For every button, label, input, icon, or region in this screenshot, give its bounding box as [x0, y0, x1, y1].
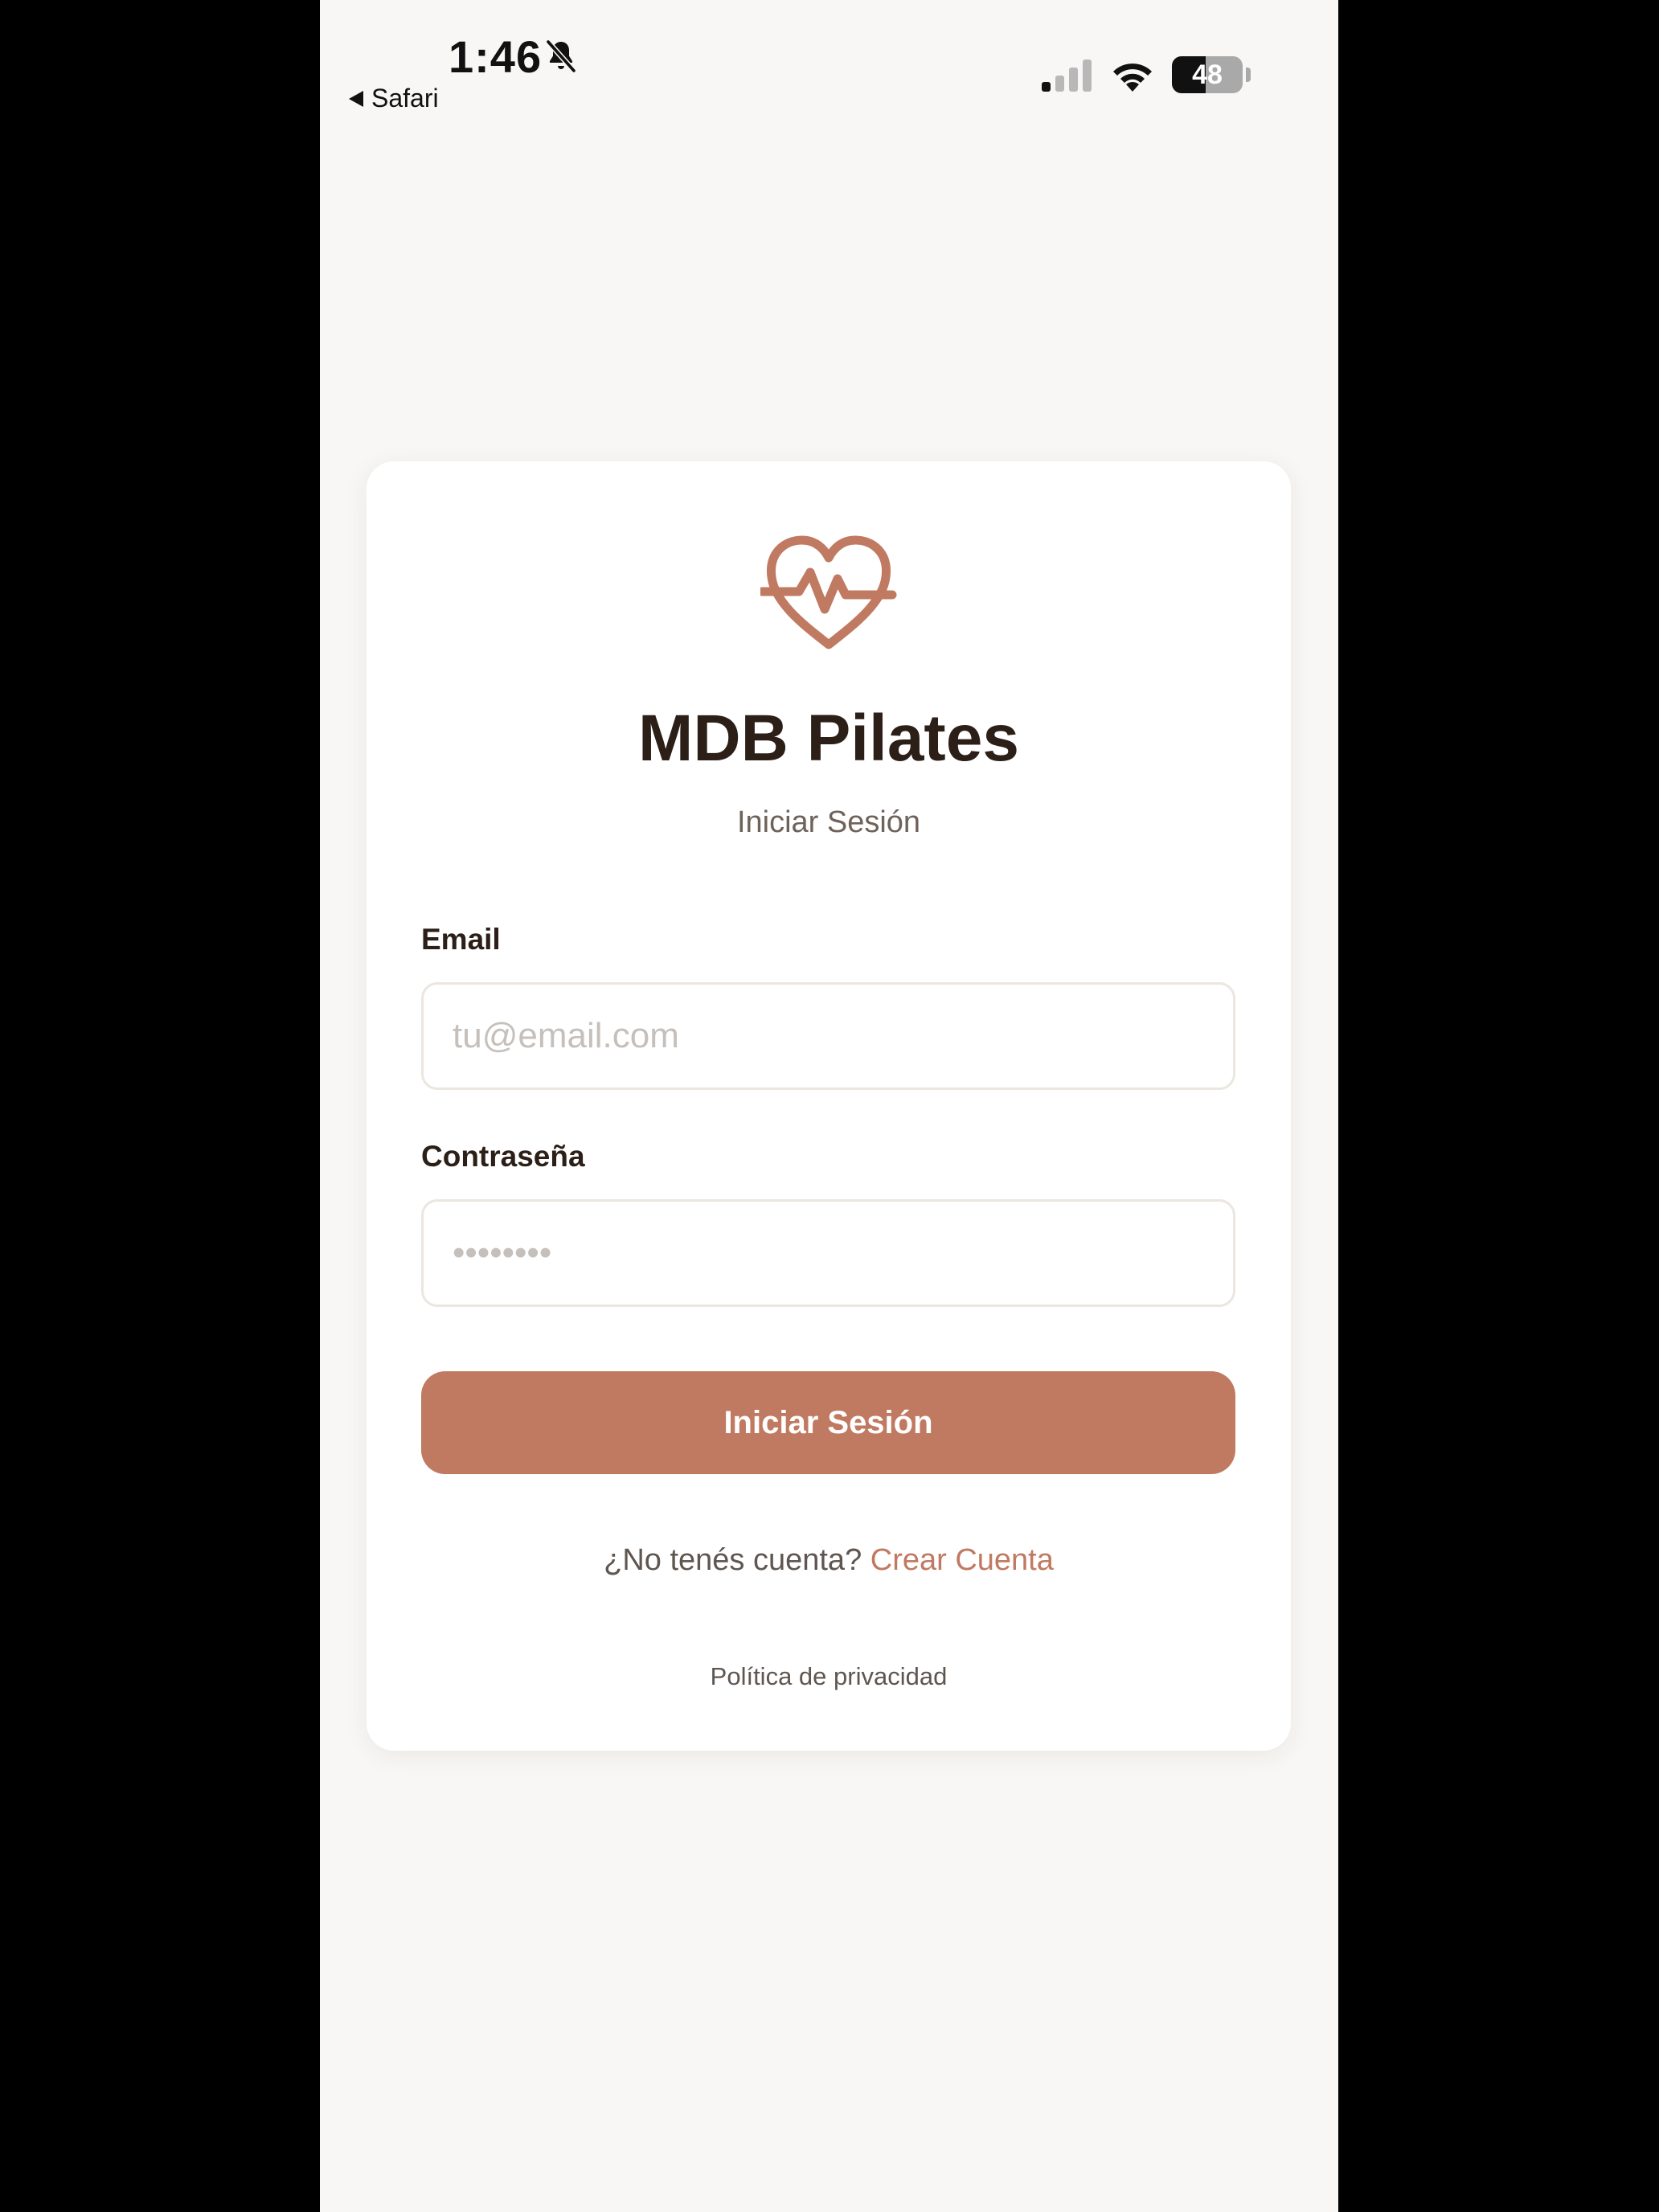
app-title: MDB Pilates [638, 702, 1019, 775]
battery-tip [1246, 68, 1251, 82]
password-input[interactable] [421, 1199, 1235, 1307]
heart-pulse-icon [760, 535, 897, 649]
back-to-safari-button[interactable]: Safari [349, 84, 439, 113]
signup-prompt: ¿No tenés cuenta? [604, 1543, 862, 1577]
status-time: 1:46 [449, 31, 543, 82]
battery-percent: 48 [1192, 59, 1223, 90]
signal-icon [1042, 59, 1092, 92]
create-account-link[interactable]: Crear Cuenta [870, 1543, 1054, 1577]
login-card: MDB Pilates Iniciar Sesión Email Contras… [367, 461, 1291, 1751]
back-safari-label: Safari [371, 84, 439, 113]
email-label: Email [421, 923, 501, 956]
email-input[interactable] [421, 982, 1235, 1090]
password-label: Contraseña [421, 1140, 585, 1173]
wifi-icon [1113, 63, 1152, 92]
login-subtitle: Iniciar Sesión [736, 805, 921, 839]
signup-row: ¿No tenés cuenta? Crear Cuenta [367, 1543, 1291, 1578]
phone-screen: 1:46 Safari 48 MDB Pilates Iniciar Sesió… [320, 0, 1338, 2212]
back-arrow-icon [349, 90, 363, 107]
privacy-policy-link[interactable]: Política de privacidad [367, 1662, 1291, 1691]
bell-slash-icon [546, 39, 576, 73]
battery-icon: 48 [1172, 56, 1243, 93]
login-submit-button[interactable]: Iniciar Sesión [421, 1371, 1235, 1474]
